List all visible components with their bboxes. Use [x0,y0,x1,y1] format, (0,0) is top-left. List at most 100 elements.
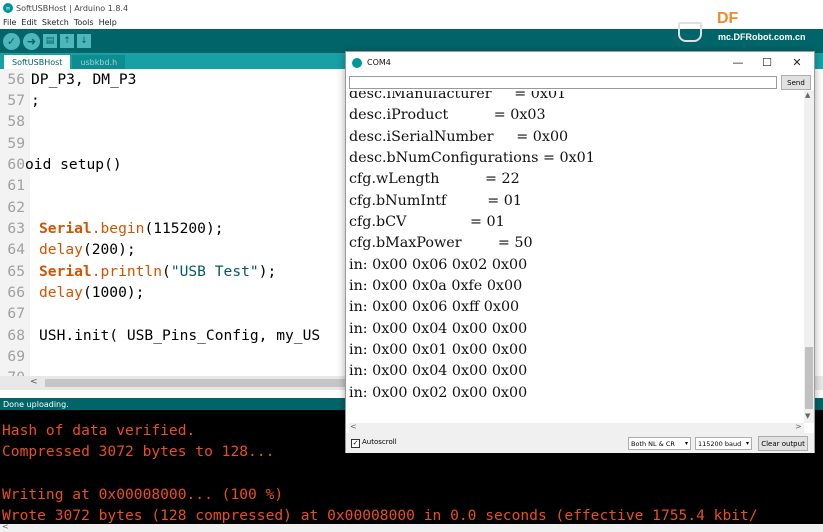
line-number: 67 [7,305,25,322]
line-number: 62 [7,199,25,216]
maximize-button[interactable]: ☐ [752,52,782,73]
code-line: 70 [0,367,31,376]
line-ending-select[interactable]: Both NL & CR ▾ [628,437,691,450]
scroll-left-icon[interactable]: < [2,522,9,531]
autoscroll-checkbox[interactable]: ✓ [351,439,360,448]
code-object: Serial [39,220,92,237]
tab-softusbhost[interactable]: SoftUSBHost [4,55,71,69]
serial-line: in: 0x00 0x04 0x00 0x00 [349,362,528,379]
menu-tools[interactable]: Tools [74,18,94,27]
code-text: ); [258,263,277,280]
new-file-icon: ▤ [45,36,55,46]
arrow-up-icon: ↑ [63,36,71,46]
serial-horizontal-scrollbar[interactable]: < > [349,422,804,433]
line-number: 63 [7,220,25,237]
check-icon: ✓ [352,439,359,447]
serial-vertical-scrollbar[interactable]: ▲ ▼ [804,91,814,423]
line-number: 60 [7,156,25,173]
line-number: 65 [7,263,25,280]
console-line: Hash of data verified. [2,422,196,439]
serial-monitor-window: COM4 — ☐ ✕ Send desc.iManufacturer = 0x0… [345,51,815,453]
line-number: 59 [7,135,25,152]
code-text: (115200); [144,220,224,237]
code-text: oid setup() [25,156,122,173]
code-line: 61 [0,175,31,196]
serial-controls: ✓ Autoscroll Both NL & CR ▾ 115200 baud … [346,433,814,453]
close-button[interactable]: ✕ [782,52,812,73]
line-number: 57 [7,92,25,109]
minimize-button[interactable]: — [723,52,753,73]
code-text: (1000); [82,284,145,301]
verify-button[interactable]: ✓ [3,32,20,50]
console-line: Compressed 3072 bytes to 128... [2,443,275,460]
menu-edit[interactable]: Edit [21,18,37,27]
code-line: 67 [0,303,31,324]
code-line: 66 delay(1000); [0,282,144,303]
console-line: Writing at 0x00008000... (100 %) [2,486,284,503]
send-button[interactable]: Send [781,75,811,90]
save-button[interactable]: ↓ [77,34,91,48]
clear-output-button[interactable]: Clear output [758,436,808,451]
code-text: ( [162,263,171,280]
serial-line: desc.bNumConfigurations = 0x01 [349,149,595,166]
baud-rate-select[interactable]: 115200 baud ▾ [695,437,752,450]
serial-line: desc.iManufacturer = 0x01 [349,91,567,102]
serial-input[interactable] [349,76,777,89]
serial-line: in: 0x00 0x01 0x00 0x00 [349,341,528,358]
code-line: 62 [0,197,31,218]
scroll-up-icon[interactable]: ▲ [805,91,810,99]
code-line: 60 oid setup() [0,154,122,175]
dfrobot-box-icon [678,22,702,42]
code-line: 68 USH.init( USB_Pins_Config, my_US [0,325,320,346]
code-string: "USB Test" [170,263,259,280]
window-title: SoftUSBHost | Arduino 1.8.4 [16,3,129,13]
code-text: (200); [82,241,136,258]
line-number: 56 [7,71,25,88]
serial-line: desc.iProduct = 0x03 [349,106,546,123]
chevron-down-icon: ▾ [745,440,749,447]
scroll-left-icon[interactable]: < [350,422,357,431]
serial-line: cfg.bCV = 01 [349,213,505,230]
scrollbar-thumb[interactable] [805,347,813,409]
code-call: delay [39,284,83,301]
menu-file[interactable]: File [3,18,16,27]
code-line: 65 Serial.println("USB Test"); [0,261,276,282]
line-number: 58 [7,113,25,130]
open-button[interactable]: ↑ [60,34,74,48]
dfrobot-watermark: DF mc.DFRobot.com.cn [672,10,823,48]
arrow-down-icon: ↓ [80,36,88,46]
code-call: .begin [91,220,145,237]
line-number: 68 [7,327,25,344]
scroll-left-icon[interactable]: < [30,377,38,387]
menu-sketch[interactable]: Sketch [42,18,69,27]
scroll-right-icon[interactable]: > [795,422,802,431]
autoscroll-label: Autoscroll [362,438,397,446]
watermark-brand: DF [717,10,739,27]
bottom-scrollbar[interactable]: < [0,522,823,532]
code-call: .println [91,263,163,280]
code-line: 69 [0,346,31,367]
serial-output[interactable]: desc.iManufacturer = 0x01 desc.iProduct … [349,91,804,423]
new-button[interactable]: ▤ [43,34,57,48]
scrollbar-thumb[interactable] [45,379,345,387]
code-line: 59 [0,133,31,154]
line-number: 69 [7,348,25,365]
minimize-icon: — [732,56,744,69]
line-ending-value: Both NL & CR [631,439,675,448]
arrow-right-icon: ➜ [26,34,37,48]
scroll-down-icon[interactable]: ▼ [805,412,810,420]
tab-usbkbd[interactable]: usbkbd.h [72,55,126,69]
menu-help[interactable]: Help [99,18,117,27]
upload-button[interactable]: ➜ [23,32,40,50]
chevron-down-icon: ▾ [684,440,688,447]
serial-line: cfg.wLength = 22 [349,170,520,187]
check-icon: ✓ [6,34,17,48]
arduino-logo-icon [352,57,362,68]
code-line: 58 [0,111,31,132]
code-line: 64 delay(200); [0,239,136,260]
baud-rate-value: 115200 baud [698,439,742,448]
line-number: 61 [7,177,25,194]
watermark-url: mc.DFRobot.com.cn [718,32,806,42]
status-text: Done uploading. [3,399,69,409]
code-text: DP_P3, DM_P3 [31,71,137,88]
